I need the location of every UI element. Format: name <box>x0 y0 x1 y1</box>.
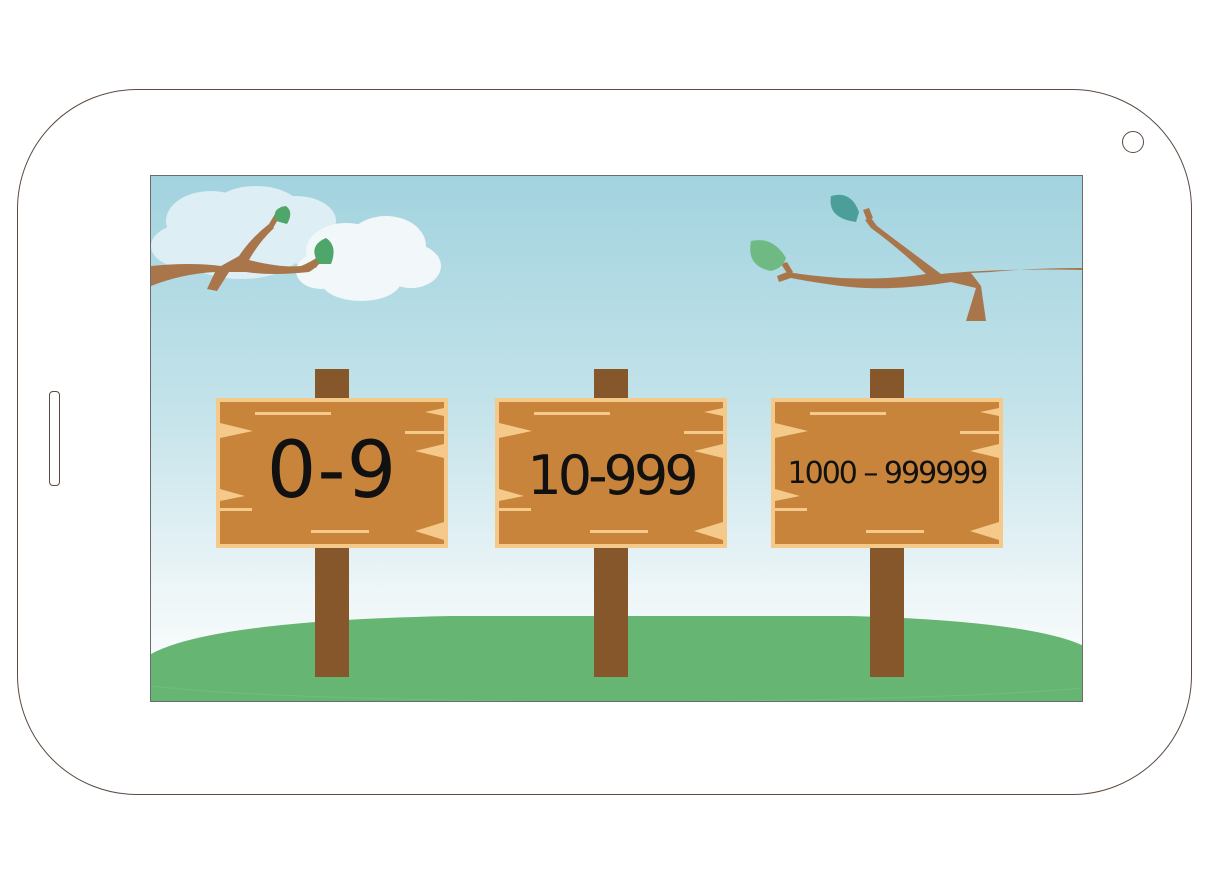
range-sign-0-9[interactable]: 0-9 <box>215 176 449 701</box>
app-stage: 0-9 10-999 1000 – 999999 <box>0 0 1212 892</box>
range-sign-10-999[interactable]: 10-999 <box>494 176 728 701</box>
sign-board-graphic <box>771 369 1003 677</box>
range-sign-1000-999999[interactable]: 1000 – 999999 <box>770 176 1004 701</box>
camera-icon <box>1122 131 1144 153</box>
sign-board-graphic <box>495 369 727 677</box>
game-screen: 0-9 10-999 1000 – 999999 <box>150 175 1083 702</box>
sign-board-graphic <box>216 369 448 677</box>
home-button[interactable] <box>49 391 60 486</box>
